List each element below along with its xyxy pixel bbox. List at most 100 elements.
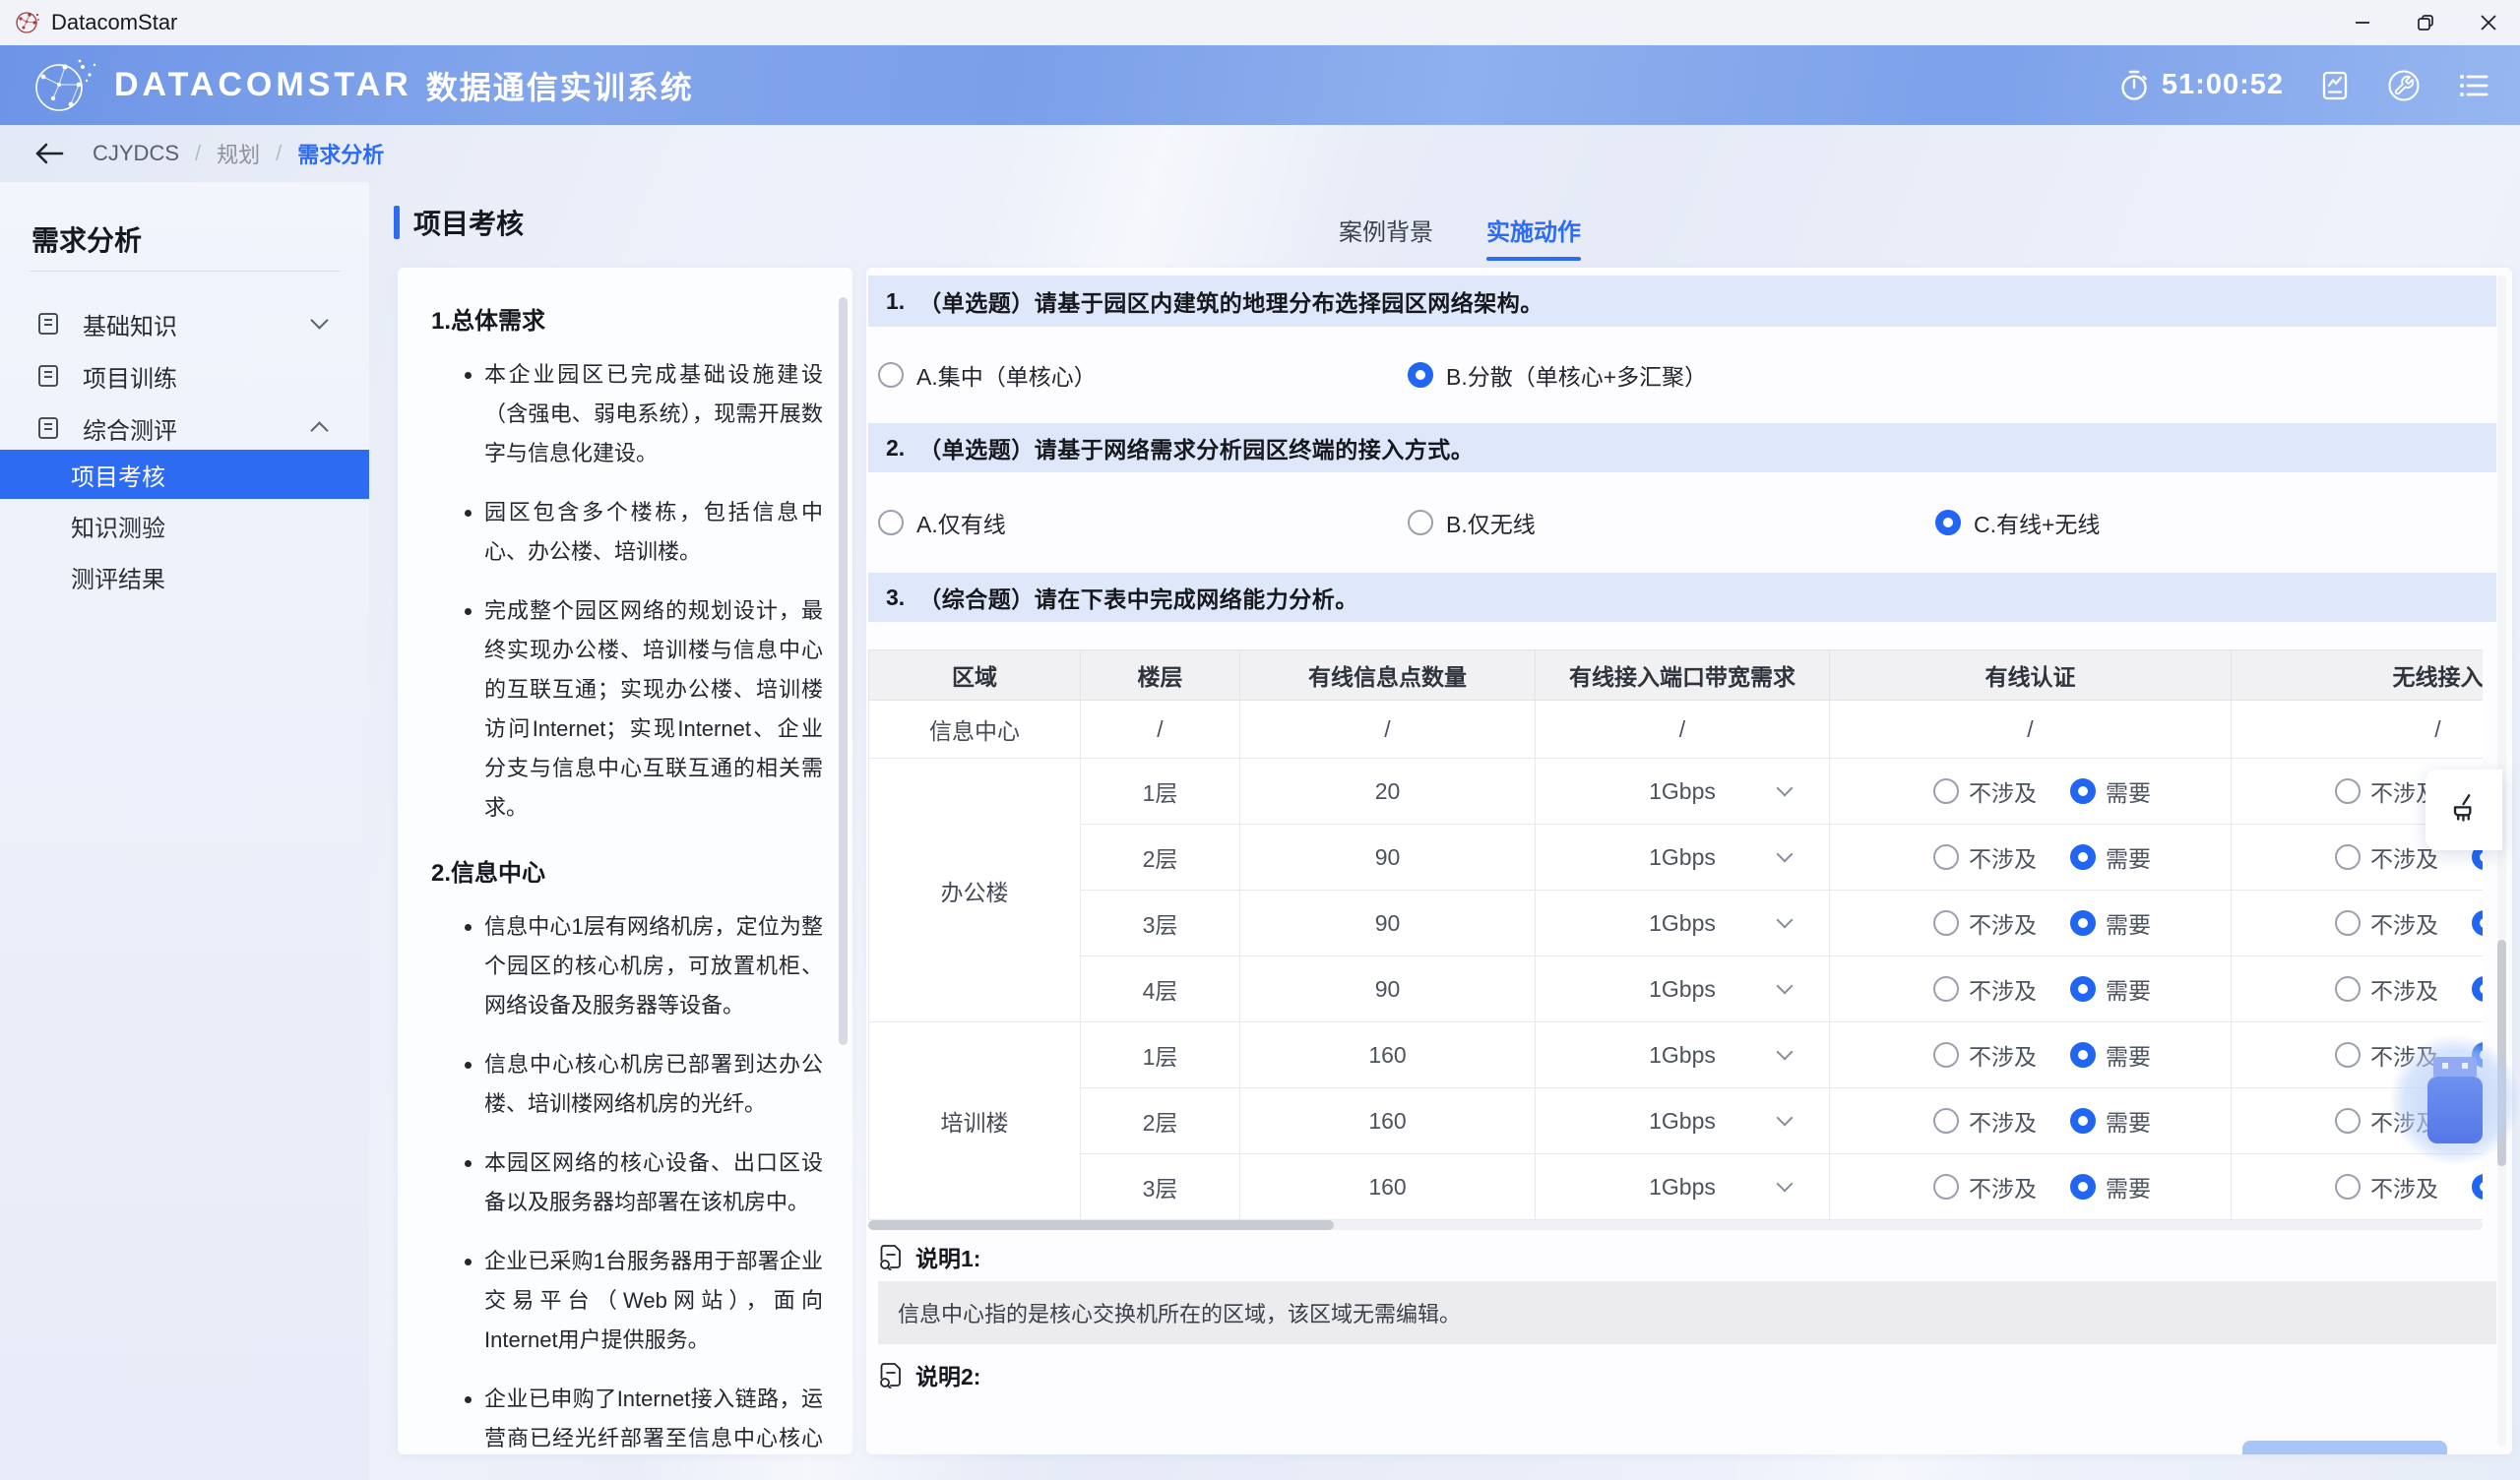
radio-checked[interactable]	[2070, 1174, 2096, 1200]
bandwidth-select[interactable]: 1Gbps	[1537, 1023, 1828, 1086]
radio-unchecked[interactable]	[1933, 1108, 1959, 1134]
bandwidth-select[interactable]: 1Gbps	[1537, 760, 1828, 823]
bandwidth-select[interactable]: 1Gbps	[1537, 1089, 1828, 1152]
radio-option[interactable]: 不涉及	[1933, 774, 2037, 808]
bandwidth-select[interactable]: 1Gbps	[1537, 892, 1828, 955]
radio-group: 不涉及需要	[1831, 1104, 2230, 1138]
close-button[interactable]	[2457, 0, 2520, 45]
score-bar: 正确数/总题数：5/5提交	[866, 1439, 2512, 1454]
radio-option[interactable]: 需要	[2070, 840, 2151, 874]
radio-option[interactable]: A.仅有线	[878, 506, 1006, 539]
radio-checked[interactable]	[2472, 910, 2483, 936]
back-button[interactable]	[33, 141, 65, 166]
tools-icon[interactable]	[2386, 68, 2422, 103]
radio-option[interactable]: 需要	[2070, 1104, 2151, 1138]
table-cell-count: 90	[1240, 825, 1536, 891]
minimize-button[interactable]	[2331, 0, 2394, 45]
table-horizontal-scrollbar-thumb[interactable]	[868, 1220, 1334, 1230]
requirements-scrollbar[interactable]	[839, 297, 848, 1045]
report-icon[interactable]	[2319, 69, 2351, 102]
radio-option[interactable]: C.有线+无线	[1935, 506, 2100, 539]
radio-option[interactable]: 不涉及	[1933, 840, 2037, 874]
table-cell-count: 160	[1240, 1022, 1536, 1088]
radio-option[interactable]: 不涉及	[2335, 1170, 2438, 1203]
radio-checked[interactable]	[2070, 1042, 2096, 1068]
sidebar-item[interactable]: 综合测评	[0, 402, 369, 454]
radio-option[interactable]: 不涉及	[2335, 972, 2438, 1006]
bandwidth-select[interactable]: 1Gbps	[1537, 1155, 1828, 1218]
radio-checked[interactable]	[1935, 510, 1961, 535]
radio-checked[interactable]	[1408, 362, 1433, 388]
radio-option[interactable]: 不涉及	[1933, 972, 2037, 1006]
clear-tool-button[interactable]	[2426, 770, 2502, 850]
radio-option[interactable]: 不涉及	[1933, 1038, 2037, 1072]
radio-unchecked[interactable]	[2335, 1174, 2361, 1200]
menu-list-icon[interactable]	[2457, 70, 2492, 101]
radio-checked[interactable]	[2472, 1174, 2483, 1200]
radio-unchecked[interactable]	[2335, 1042, 2361, 1068]
radio-unchecked[interactable]	[1933, 976, 1959, 1002]
radio-option[interactable]: 需要	[2070, 1038, 2151, 1072]
radio-unchecked[interactable]	[2335, 778, 2361, 804]
bandwidth-select[interactable]: 1Gbps	[1537, 826, 1828, 889]
radio-label: 不涉及	[1969, 774, 2037, 808]
radio-option[interactable]: 需要	[2472, 906, 2483, 940]
radio-unchecked[interactable]	[2335, 844, 2361, 870]
window-title: DatacomStar	[51, 10, 177, 35]
radio-unchecked[interactable]	[1933, 1174, 1959, 1200]
radio-unchecked[interactable]	[1933, 844, 1959, 870]
chevron-down-icon	[310, 311, 328, 329]
sidebar-item[interactable]: 项目训练	[0, 350, 369, 401]
question-options: A.仅有线 B.仅无线 C.有线+无线	[866, 472, 2512, 573]
bandwidth-value: 1Gbps	[1649, 1108, 1716, 1135]
table-cell-floor: 3层	[1081, 1154, 1240, 1220]
radio-option[interactable]: 不涉及	[2335, 906, 2438, 940]
radio-option[interactable]: 需要	[2472, 1170, 2483, 1203]
breadcrumb-item[interactable]: 规划	[217, 138, 260, 169]
radio-option[interactable]: 不涉及	[2335, 840, 2438, 874]
radio-unchecked[interactable]	[878, 362, 904, 388]
sidebar-subitem[interactable]: 测评结果	[0, 552, 369, 601]
radio-checked[interactable]	[2472, 976, 2483, 1002]
radio-checked[interactable]	[2070, 976, 2096, 1002]
usb-device-widget[interactable]	[2390, 1035, 2520, 1165]
tab-inactive[interactable]: 案例背景	[1339, 213, 1433, 261]
radio-option[interactable]: 需要	[2472, 972, 2483, 1006]
radio-unchecked[interactable]	[2335, 1108, 2361, 1134]
radio-unchecked[interactable]	[1408, 510, 1433, 535]
radio-option[interactable]: 不涉及	[1933, 1104, 2037, 1138]
restore-button[interactable]	[2394, 0, 2457, 45]
breadcrumb-item[interactable]: CJYDCS	[93, 141, 179, 166]
radio-checked[interactable]	[2070, 1108, 2096, 1134]
sidebar-subitem[interactable]: 知识测验	[0, 501, 369, 550]
radio-option[interactable]: 不涉及	[1933, 906, 2037, 940]
note-document-icon	[878, 1361, 904, 1388]
radio-option[interactable]: A.集中（单核心）	[878, 358, 1097, 392]
radio-option[interactable]: 需要	[2070, 1170, 2151, 1203]
breadcrumb-separator: /	[276, 141, 282, 166]
radio-option[interactable]: 需要	[2070, 972, 2151, 1006]
radio-unchecked[interactable]	[878, 510, 904, 535]
submit-button[interactable]: 提交	[2242, 1441, 2447, 1454]
radio-option[interactable]: 需要	[2070, 774, 2151, 808]
radio-unchecked[interactable]	[1933, 778, 1959, 804]
breadcrumb: CJYDCS/规划/需求分析	[93, 138, 384, 169]
radio-option[interactable]: B.仅无线	[1408, 506, 1536, 539]
radio-option[interactable]: B.分散（单核心+多汇聚）	[1408, 358, 1707, 392]
radio-checked[interactable]	[2070, 910, 2096, 936]
sidebar-item[interactable]: 基础知识	[0, 298, 369, 349]
radio-option[interactable]: 不涉及	[2335, 774, 2438, 808]
radio-checked[interactable]	[2070, 844, 2096, 870]
tab-active[interactable]: 实施动作	[1486, 213, 1581, 261]
radio-unchecked[interactable]	[2335, 976, 2361, 1002]
table-row: 2层901Gbps不涉及需要不涉及需要	[869, 825, 2484, 891]
radio-option[interactable]: 不涉及	[1933, 1170, 2037, 1203]
radio-option[interactable]: 需要	[2070, 906, 2151, 940]
bandwidth-select[interactable]: 1Gbps	[1537, 957, 1828, 1020]
radio-label: 需要	[2106, 906, 2151, 940]
radio-unchecked[interactable]	[1933, 1042, 1959, 1068]
radio-unchecked[interactable]	[2335, 910, 2361, 936]
sidebar-subitem[interactable]: 项目考核	[0, 450, 369, 499]
radio-unchecked[interactable]	[1933, 910, 1959, 936]
radio-checked[interactable]	[2070, 778, 2096, 804]
